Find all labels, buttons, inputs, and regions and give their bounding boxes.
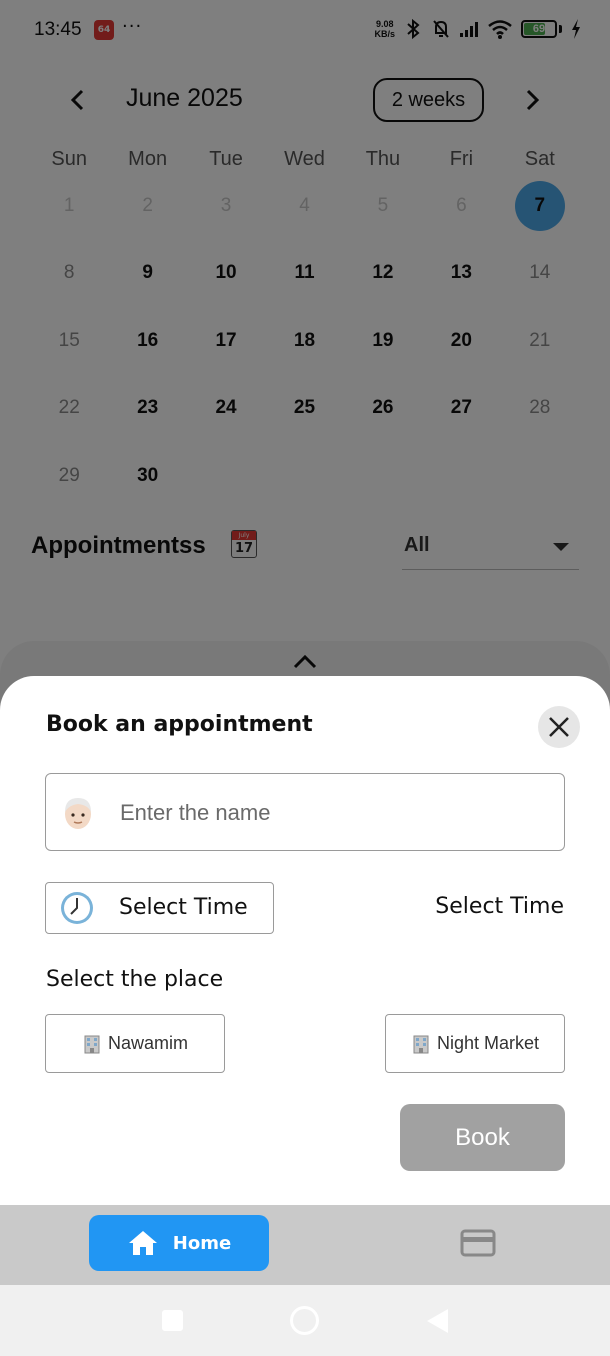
book-appointment-sheet: Book an appointment Select Time Select T… [0, 676, 610, 1205]
close-icon [549, 717, 569, 737]
person-icon [65, 798, 91, 829]
place-button-night-market[interactable]: Night Market [385, 1014, 565, 1073]
home-button[interactable] [290, 1306, 319, 1335]
bottom-navigation: Home [0, 1205, 610, 1285]
book-button[interactable]: Book [400, 1104, 565, 1171]
sheet-title: Book an appointment [46, 712, 313, 737]
name-field[interactable] [45, 773, 565, 851]
place-button-nawamim[interactable]: Nawamim [45, 1014, 225, 1073]
office-building-icon [84, 1035, 100, 1053]
clock-icon [61, 892, 93, 924]
select-time-button[interactable]: Select Time [45, 882, 274, 934]
select-time-label: Select Time [119, 895, 248, 920]
place-label-text: Nawamim [107, 1033, 188, 1053]
close-button[interactable] [538, 706, 580, 748]
back-button[interactable] [427, 1309, 448, 1333]
card-icon[interactable] [460, 1229, 496, 1257]
name-input[interactable] [120, 794, 540, 832]
selected-time-text: Select Time [435, 894, 564, 919]
place-label: Select the place [46, 967, 224, 992]
nav-home-tab[interactable]: Home [89, 1215, 269, 1271]
system-navigation-bar [0, 1285, 610, 1356]
home-icon [128, 1231, 157, 1255]
nav-home-label: Home [172, 1232, 232, 1254]
recents-button[interactable] [162, 1310, 183, 1331]
place-label-text: Night Market [436, 1033, 540, 1053]
office-building-icon [413, 1035, 429, 1053]
